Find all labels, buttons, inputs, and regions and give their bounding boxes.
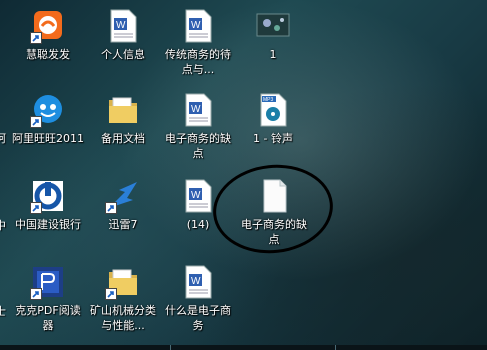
shortcut-arrow-icon bbox=[30, 32, 42, 44]
shortcut-arrow-icon bbox=[30, 288, 42, 300]
word-doc-icon: W bbox=[180, 178, 216, 214]
word-doc-icon: W bbox=[180, 8, 216, 44]
ccb-bank-icon bbox=[30, 178, 66, 214]
icon-label: 传统商务的待点与... bbox=[165, 48, 231, 76]
pdf-reader-icon bbox=[30, 264, 66, 300]
folder-icon bbox=[105, 264, 141, 300]
video-thumbnail-icon bbox=[255, 8, 291, 44]
desktop-icon-traditional-commerce[interactable]: W 传统商务的待点与... bbox=[160, 8, 236, 77]
desktop-icon-ecommerce-cons-doc[interactable]: W 电子商务的缺点 bbox=[160, 92, 236, 161]
desktop-icon-what-is-ecommerce[interactable]: W 什么是电子商务 bbox=[160, 264, 236, 333]
desktop-icon-xunlei[interactable]: 迅雷7 bbox=[85, 178, 161, 232]
left-edge-partial-label: 士 bbox=[0, 305, 6, 318]
desktop-icon-backup-docs[interactable]: 备用文档 bbox=[85, 92, 161, 146]
svg-text:W: W bbox=[191, 104, 201, 115]
icon-label: 1 - 铃声 bbox=[253, 132, 293, 145]
annotation-ellipse bbox=[208, 158, 338, 260]
mp3-file-icon: MP3 bbox=[255, 92, 291, 128]
icon-label: 矿山机械分类与性能... bbox=[90, 304, 156, 332]
svg-text:W: W bbox=[191, 276, 201, 287]
icon-label: 1 bbox=[269, 48, 277, 61]
shortcut-arrow-icon bbox=[30, 202, 42, 214]
shortcut-arrow-icon bbox=[105, 202, 117, 214]
shortcut-arrow-icon bbox=[105, 288, 117, 300]
svg-text:W: W bbox=[191, 190, 201, 201]
svg-text:W: W bbox=[116, 20, 126, 31]
icon-label: 阿里旺旺2011 bbox=[12, 132, 84, 145]
word-doc-icon: W bbox=[180, 92, 216, 128]
desktop-icon-personal-info[interactable]: W 个人信息 bbox=[85, 8, 161, 62]
word-doc-icon: W bbox=[105, 8, 141, 44]
aliwangwang-icon bbox=[30, 92, 66, 128]
icon-label: 克克PDF阅读器 bbox=[15, 304, 81, 332]
word-doc-icon: W bbox=[180, 264, 216, 300]
icon-label: 电子商务的缺点 bbox=[165, 132, 231, 160]
left-edge-partial-label: 中 bbox=[0, 219, 6, 232]
taskbar-divider bbox=[335, 345, 336, 350]
desktop-icon-mining-machinery[interactable]: 矿山机械分类与性能... bbox=[85, 264, 161, 333]
svg-text:MP3: MP3 bbox=[263, 97, 274, 103]
svg-text:W: W bbox=[191, 20, 201, 31]
icon-label: 中国建设银行 bbox=[15, 218, 81, 231]
desktop-icon-ringtone[interactable]: MP3 1 - 铃声 bbox=[235, 92, 311, 146]
icon-label: 慧聪发发 bbox=[26, 48, 70, 61]
desktop-icon-ccb[interactable]: 中国建设银行 bbox=[10, 178, 86, 232]
icon-label: 备用文档 bbox=[101, 132, 145, 145]
shortcut-arrow-icon bbox=[30, 116, 42, 128]
icon-label: 个人信息 bbox=[101, 48, 145, 61]
desktop-icon-aliwangwang[interactable]: 阿里旺旺2011 bbox=[10, 92, 86, 146]
folder-icon bbox=[105, 92, 141, 128]
desktop-icon-pdf-reader[interactable]: 克克PDF阅读器 bbox=[10, 264, 86, 333]
huicong-app-icon bbox=[30, 8, 66, 44]
icon-label: 什么是电子商务 bbox=[165, 304, 231, 332]
taskbar-divider bbox=[170, 345, 171, 350]
desktop-icon-video-1[interactable]: 1 bbox=[235, 8, 311, 62]
desktop-icon-huicong[interactable]: 慧聪发发 bbox=[10, 8, 86, 62]
taskbar-edge bbox=[0, 345, 487, 350]
icon-label: 迅雷7 bbox=[108, 218, 138, 231]
left-edge-partial-label: 阿 bbox=[0, 132, 6, 145]
xunlei-icon bbox=[105, 178, 141, 214]
